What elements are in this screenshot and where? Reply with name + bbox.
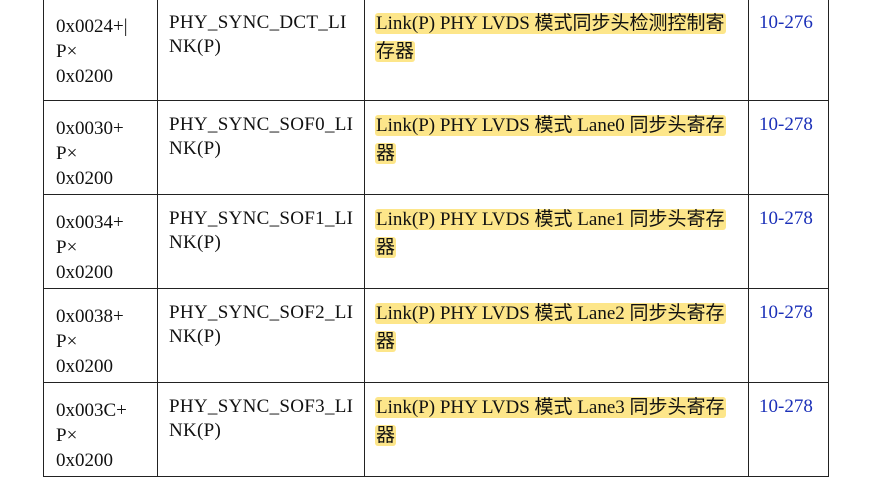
offset-text: 0x0024+| P× 0x0200: [56, 16, 128, 87]
page-link[interactable]: 10-278: [749, 101, 828, 137]
table-row: 0x003C+ P× 0x0200 PHY_SYNC_SOF3_LINK(P) …: [43, 382, 829, 477]
page-link[interactable]: 10-278: [749, 289, 828, 325]
highlighted-description: Link(P) PHY LVDS 模式 Lane0 同步头寄存器: [375, 115, 726, 164]
description-cell: Link(P) PHY LVDS 模式 Lane1 同步头寄存器: [364, 194, 749, 289]
highlighted-description: Link(P) PHY LVDS 模式同步头检测控制寄存器: [375, 13, 726, 62]
page-ref-cell: 10-276: [748, 0, 829, 101]
table-row: 0x0038+ P× 0x0200 PHY_SYNC_SOF2_LINK(P) …: [43, 288, 829, 383]
offset-text: 0x003C+ P× 0x0200: [56, 400, 127, 471]
page-link[interactable]: 10-278: [749, 195, 828, 231]
register-name-cell: PHY_SYNC_SOF0_LINK(P): [157, 100, 365, 195]
register-table: 0x0024+| P× 0x0200 PHY_SYNC_DCT_LINK(P) …: [43, 0, 829, 477]
register-name: PHY_SYNC_SOF3_LINK(P): [169, 396, 354, 441]
table-row: 0x0034+ P× 0x0200 PHY_SYNC_SOF1_LINK(P) …: [43, 194, 829, 289]
register-name: PHY_SYNC_SOF0_LINK(P): [169, 114, 354, 159]
table-row: 0x0024+| P× 0x0200 PHY_SYNC_DCT_LINK(P) …: [43, 0, 829, 101]
page-link[interactable]: 10-276: [749, 0, 828, 35]
page-ref-cell: 10-278: [748, 288, 829, 383]
offset-cell: 0x0030+ P× 0x0200: [43, 100, 158, 195]
offset-cell: 0x0034+ P× 0x0200: [43, 194, 158, 289]
register-name-cell: PHY_SYNC_SOF1_LINK(P): [157, 194, 365, 289]
register-name-cell: PHY_SYNC_DCT_LINK(P): [157, 0, 365, 101]
table-row: 0x0030+ P× 0x0200 PHY_SYNC_SOF0_LINK(P) …: [43, 100, 829, 195]
offset-text: 0x0030+ P× 0x0200: [56, 118, 124, 189]
page-link[interactable]: 10-278: [749, 383, 828, 419]
description-cell: Link(P) PHY LVDS 模式 Lane0 同步头寄存器: [364, 100, 749, 195]
register-name: PHY_SYNC_SOF1_LINK(P): [169, 208, 354, 253]
offset-text: 0x0034+ P× 0x0200: [56, 212, 124, 283]
offset-cell: 0x0038+ P× 0x0200: [43, 288, 158, 383]
register-name-cell: PHY_SYNC_SOF3_LINK(P): [157, 382, 365, 477]
page-ref-cell: 10-278: [748, 194, 829, 289]
highlighted-description: Link(P) PHY LVDS 模式 Lane1 同步头寄存器: [375, 209, 726, 258]
description-cell: Link(P) PHY LVDS 模式 Lane3 同步头寄存器: [364, 382, 749, 477]
offset-text: 0x0038+ P× 0x0200: [56, 306, 124, 377]
register-name-cell: PHY_SYNC_SOF2_LINK(P): [157, 288, 365, 383]
highlighted-description: Link(P) PHY LVDS 模式 Lane3 同步头寄存器: [375, 397, 726, 446]
highlighted-description: Link(P) PHY LVDS 模式 Lane2 同步头寄存器: [375, 303, 726, 352]
description-cell: Link(P) PHY LVDS 模式同步头检测控制寄存器: [364, 0, 749, 101]
page-ref-cell: 10-278: [748, 100, 829, 195]
register-name: PHY_SYNC_DCT_LINK(P): [169, 12, 347, 57]
offset-cell: 0x0024+| P× 0x0200: [43, 0, 158, 101]
offset-cell: 0x003C+ P× 0x0200: [43, 382, 158, 477]
page-ref-cell: 10-278: [748, 382, 829, 477]
register-name: PHY_SYNC_SOF2_LINK(P): [169, 302, 354, 347]
description-cell: Link(P) PHY LVDS 模式 Lane2 同步头寄存器: [364, 288, 749, 383]
